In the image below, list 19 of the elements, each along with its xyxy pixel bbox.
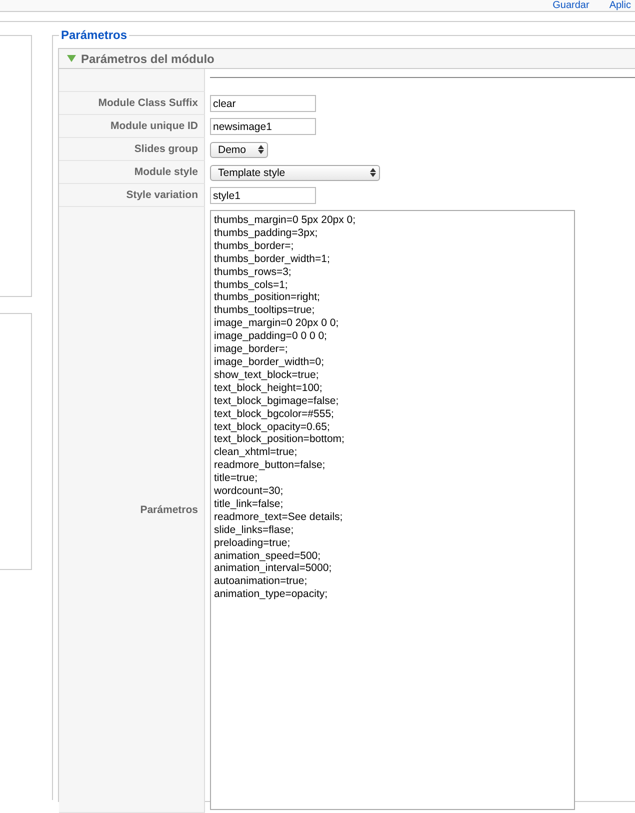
fieldset-legend: Parámetros <box>59 28 130 42</box>
text-field[interactable]: style1 <box>210 187 316 204</box>
field-label: Parámetros <box>59 207 205 813</box>
toolbar-link[interactable]: Guardar <box>552 0 590 11</box>
text-area[interactable]: thumbs_margin=0 5px 20px 0; thumbs_padding=3px; thumbs_border=; thumbs_border_width=1; thumbs_rows=3; thumbs_cols=1; thumbs_position=right; thumbs_tooltips=true; image_margin=0 20px 0 0; image_padding=0 0 0 0; image_border=; image_border_width=0; show_text_block=true; text_block_height=100; text_block_bgimage=false; text_block_bgcolor=#555; text_block_opacity=0.65; text_block_position=bottom; clean_xhtml=true; readmore_button=false; title=true; wordcount=30; title_link=false; readmore_text=See details; slide_links=flase; preloading=true; animation_speed=500; animation_interval=5000; autoanimation=true; animation_type=opacity; <box>210 210 575 810</box>
field-label: Style variation <box>59 184 205 207</box>
field-label: Slides group <box>59 138 205 161</box>
field-label: Module unique ID <box>59 115 205 138</box>
select-dropdown[interactable]: Demo <box>210 142 268 158</box>
field-label: Module Class Suffix <box>59 92 205 115</box>
toolbar-link[interactable]: Aplic <box>609 0 631 11</box>
text-field[interactable]: newsimage1 <box>210 118 316 135</box>
select-dropdown[interactable]: Template style <box>210 164 380 180</box>
updown-icon <box>258 145 264 154</box>
panel-title: Parámetros del módulo <box>81 52 214 66</box>
text-field[interactable]: clear <box>210 95 316 112</box>
field-label: Module style <box>59 161 205 184</box>
updown-icon <box>370 168 376 177</box>
panel-header[interactable]: Parámetros del módulo <box>59 49 635 69</box>
